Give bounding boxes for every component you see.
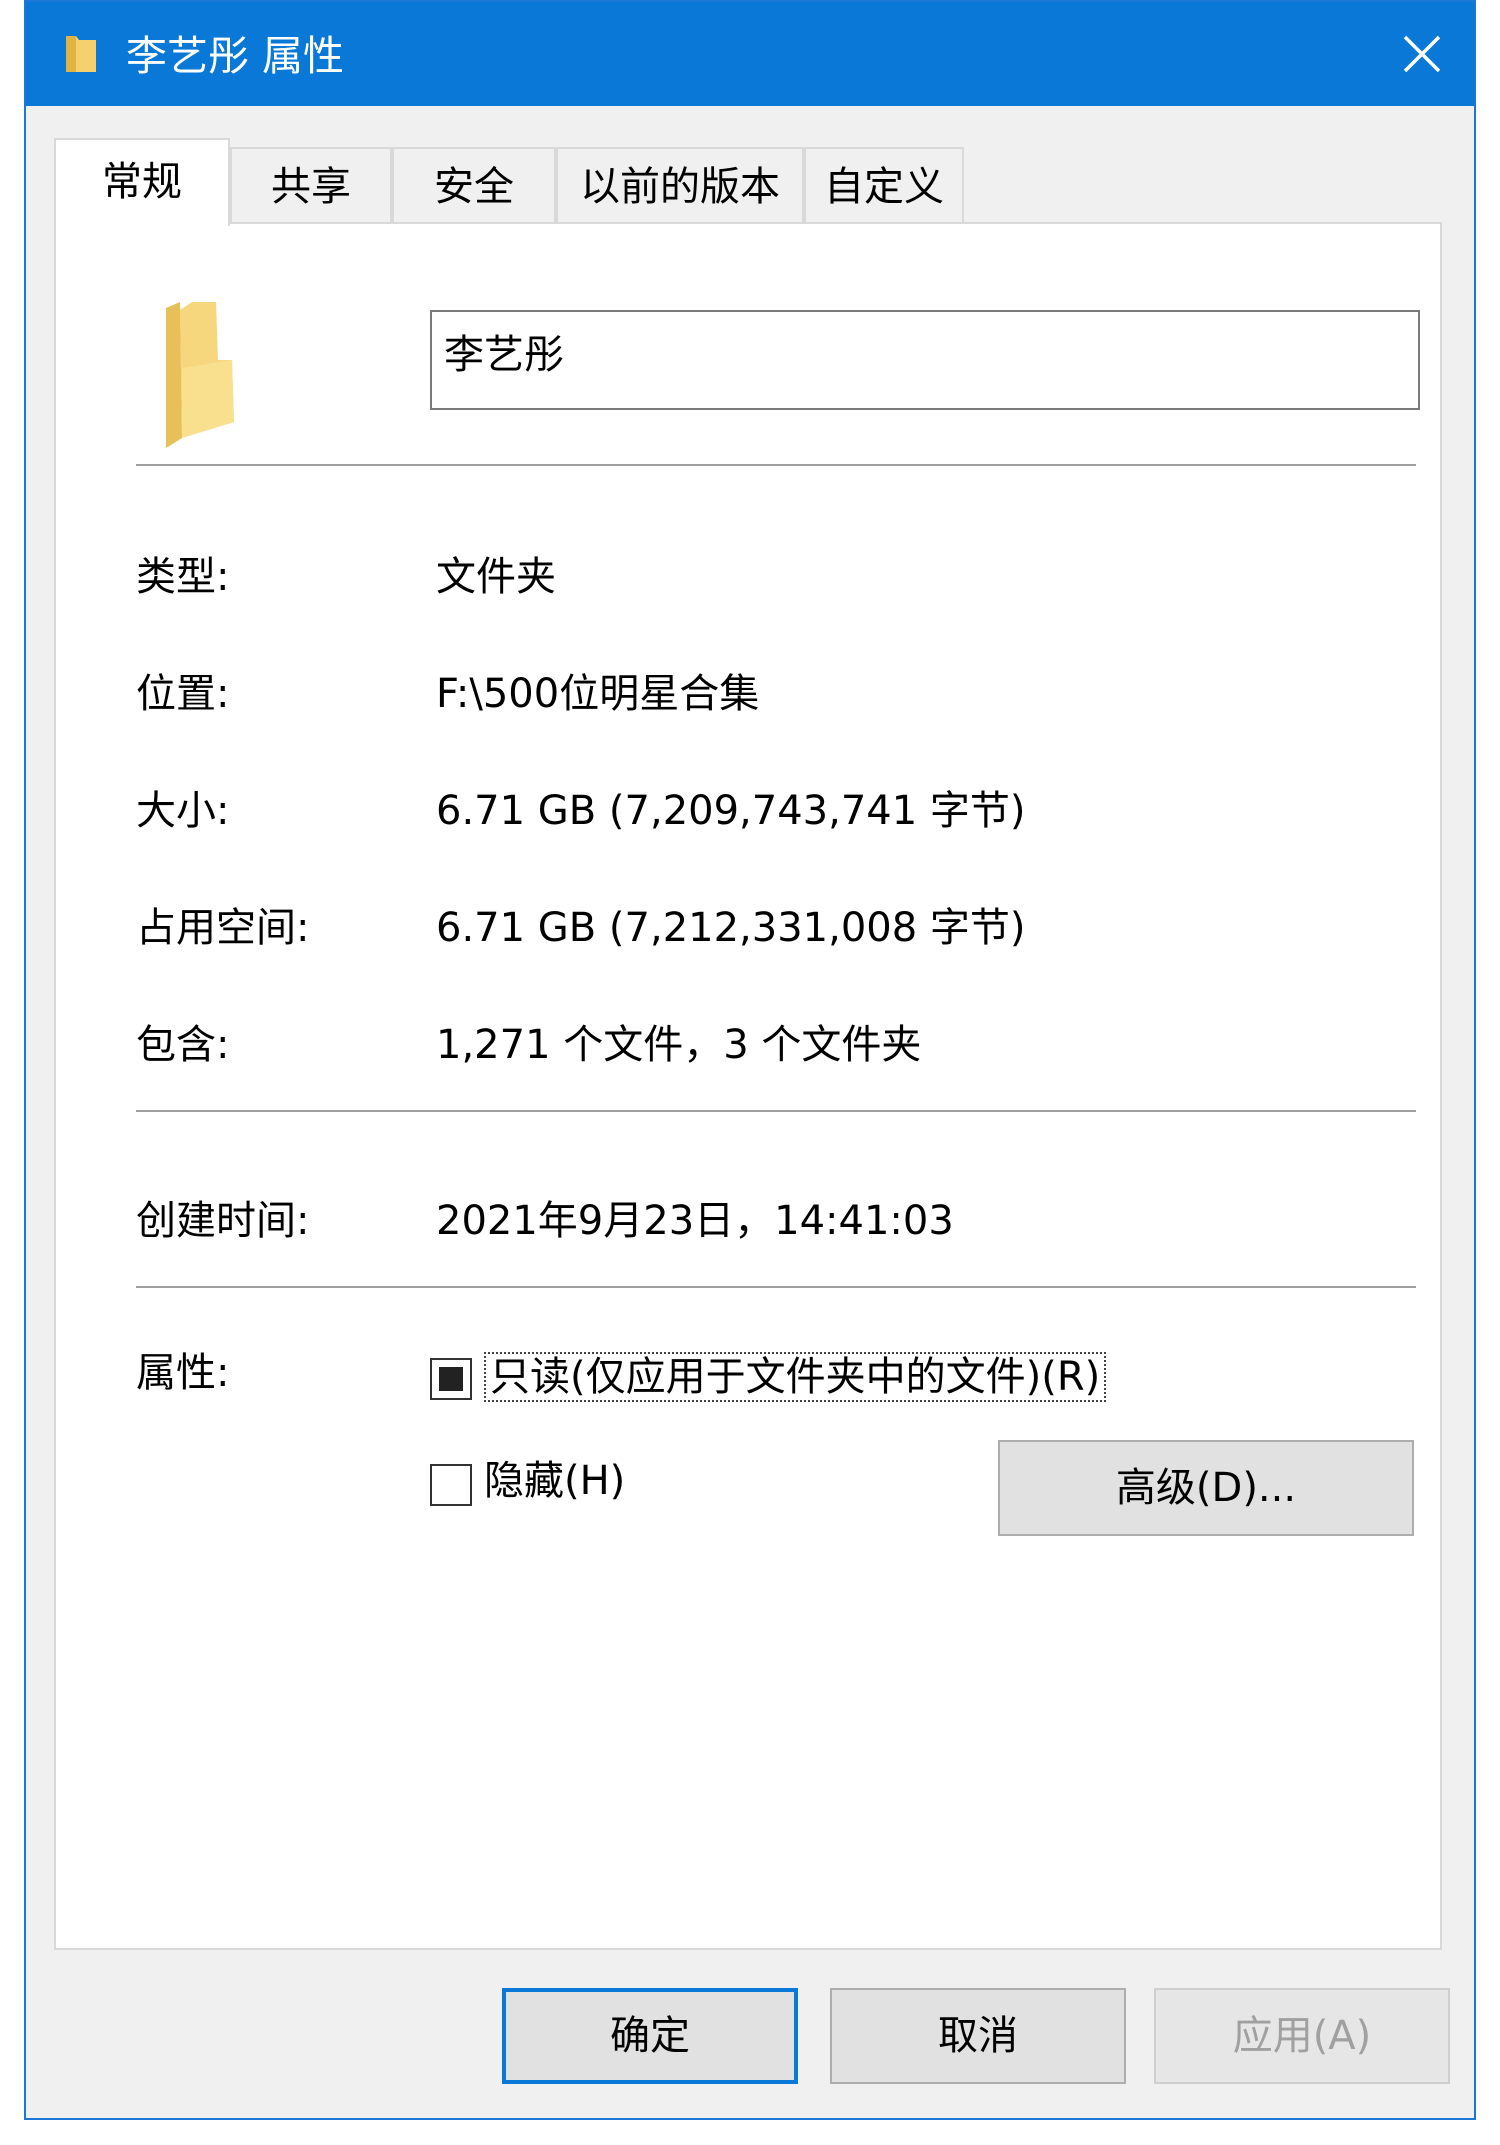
readonly-checkbox[interactable]	[430, 1358, 472, 1400]
created-label: 创建时间:	[136, 1198, 310, 1244]
disk-size-value: 6.71 GB (7,212,331,008 字节)	[436, 905, 1026, 951]
title-bar[interactable]: 李艺彤 属性	[26, 2, 1474, 106]
apply-button[interactable]: 应用(A)	[1154, 1988, 1450, 2084]
location-label: 位置:	[136, 671, 230, 717]
attributes-label: 属性:	[136, 1350, 230, 1396]
ok-button[interactable]: 确定	[502, 1988, 798, 2084]
folder-icon	[166, 302, 234, 448]
contains-value: 1,271 个文件，3 个文件夹	[436, 1022, 922, 1068]
folder-name-input[interactable]: 李艺彤	[430, 310, 1420, 410]
readonly-label[interactable]: 只读(仅应用于文件夹中的文件)(R)	[484, 1352, 1107, 1402]
type-value: 文件夹	[436, 554, 556, 600]
close-button[interactable]	[1370, 2, 1474, 106]
general-panel: 李艺彤 类型: 文件夹 位置: F:\500位明星合集 大小: 6.71 GB …	[54, 222, 1442, 1950]
divider	[136, 464, 1416, 466]
hidden-label[interactable]: 隐藏(H)	[484, 1456, 625, 1506]
type-label: 类型:	[136, 554, 230, 600]
location-value: F:\500位明星合集	[436, 671, 760, 717]
cancel-button[interactable]: 取消	[830, 1988, 1126, 2084]
size-value: 6.71 GB (7,209,743,741 字节)	[436, 788, 1026, 834]
hidden-checkbox[interactable]	[430, 1464, 472, 1506]
divider	[136, 1110, 1416, 1112]
advanced-button[interactable]: 高级(D)...	[998, 1440, 1414, 1536]
window-title: 李艺彤 属性	[126, 32, 345, 80]
folder-icon	[66, 36, 96, 72]
tab-security[interactable]: 安全	[392, 147, 556, 223]
readonly-label-text: 只读(仅应用于文件夹中的文件)(R)	[484, 1352, 1107, 1402]
tab-customize[interactable]: 自定义	[804, 147, 964, 223]
created-value: 2021年9月23日，14:41:03	[436, 1198, 954, 1244]
tab-previous-versions[interactable]: 以前的版本	[556, 147, 804, 223]
size-label: 大小:	[136, 788, 230, 834]
tab-general[interactable]: 常规	[54, 138, 230, 226]
contains-label: 包含:	[136, 1022, 230, 1068]
divider	[136, 1286, 1416, 1288]
disk-size-label: 占用空间:	[136, 905, 310, 951]
indeterminate-mark	[439, 1367, 463, 1391]
close-icon	[1403, 35, 1441, 73]
properties-dialog: 李艺彤 属性 常规 共享 安全 以前的版本 自定义 李艺彤 类型: 文件夹 位置…	[24, 0, 1476, 2120]
tab-sharing[interactable]: 共享	[230, 147, 392, 223]
